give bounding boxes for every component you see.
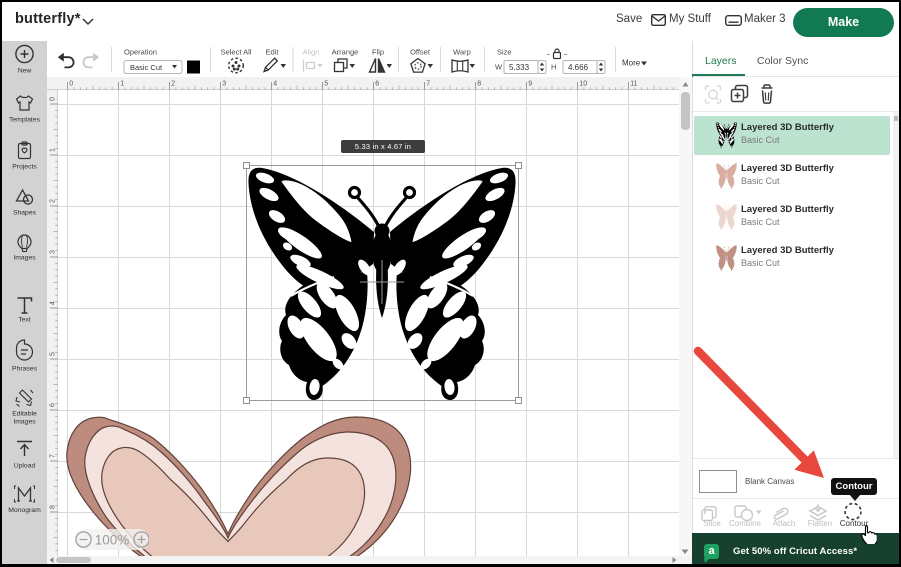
- svg-text:0: 0: [69, 81, 73, 88]
- svg-text:Align: Align: [303, 48, 320, 57]
- svg-text:Templates: Templates: [9, 117, 41, 124]
- svg-text:4: 4: [273, 81, 277, 88]
- svg-text:3: 3: [50, 250, 57, 254]
- svg-text:5: 5: [324, 81, 328, 88]
- svg-text:Editable: Editable: [12, 411, 37, 418]
- svg-text:2: 2: [171, 81, 175, 88]
- svg-text:2: 2: [50, 199, 57, 203]
- svg-text:Warp: Warp: [453, 48, 471, 57]
- svg-text:10: 10: [579, 81, 587, 88]
- svg-text:Monogram: Monogram: [8, 507, 41, 514]
- svg-text:4.666: 4.666: [568, 63, 589, 72]
- svg-text:Arrange: Arrange: [332, 48, 359, 57]
- svg-text:W: W: [495, 63, 503, 72]
- svg-text:Size: Size: [497, 48, 512, 57]
- svg-text:11: 11: [630, 81, 637, 88]
- svg-text:H: H: [551, 63, 556, 72]
- svg-text:Offset: Offset: [410, 48, 431, 57]
- svg-text:Projects: Projects: [12, 164, 37, 171]
- svg-text:Shapes: Shapes: [13, 210, 37, 217]
- svg-text:5: 5: [50, 352, 57, 356]
- svg-text:Select All: Select All: [221, 48, 252, 57]
- svg-text:7: 7: [426, 81, 430, 88]
- svg-text:1: 1: [120, 81, 124, 88]
- svg-text:3: 3: [222, 81, 226, 88]
- svg-text:4: 4: [50, 301, 57, 305]
- svg-text:Images: Images: [13, 419, 36, 426]
- svg-text:New: New: [18, 68, 32, 75]
- svg-text:Phrases: Phrases: [12, 366, 38, 373]
- svg-text:Upload: Upload: [14, 463, 36, 470]
- svg-text:Operation: Operation: [124, 48, 157, 57]
- svg-text:0: 0: [50, 97, 57, 101]
- svg-text:Basic Cut: Basic Cut: [130, 63, 163, 72]
- svg-text:6: 6: [50, 403, 57, 407]
- svg-text:5.333: 5.333: [509, 63, 530, 72]
- svg-text:More: More: [622, 59, 641, 68]
- svg-text:Text: Text: [18, 317, 31, 324]
- svg-text:Flip: Flip: [372, 48, 384, 57]
- svg-text:6: 6: [375, 81, 379, 88]
- svg-text:9: 9: [528, 81, 532, 88]
- svg-text:100%: 100%: [95, 533, 130, 548]
- svg-text:Images: Images: [13, 255, 36, 262]
- svg-text:8: 8: [477, 81, 481, 88]
- svg-text:1: 1: [50, 148, 57, 152]
- svg-text:Edit: Edit: [266, 48, 280, 57]
